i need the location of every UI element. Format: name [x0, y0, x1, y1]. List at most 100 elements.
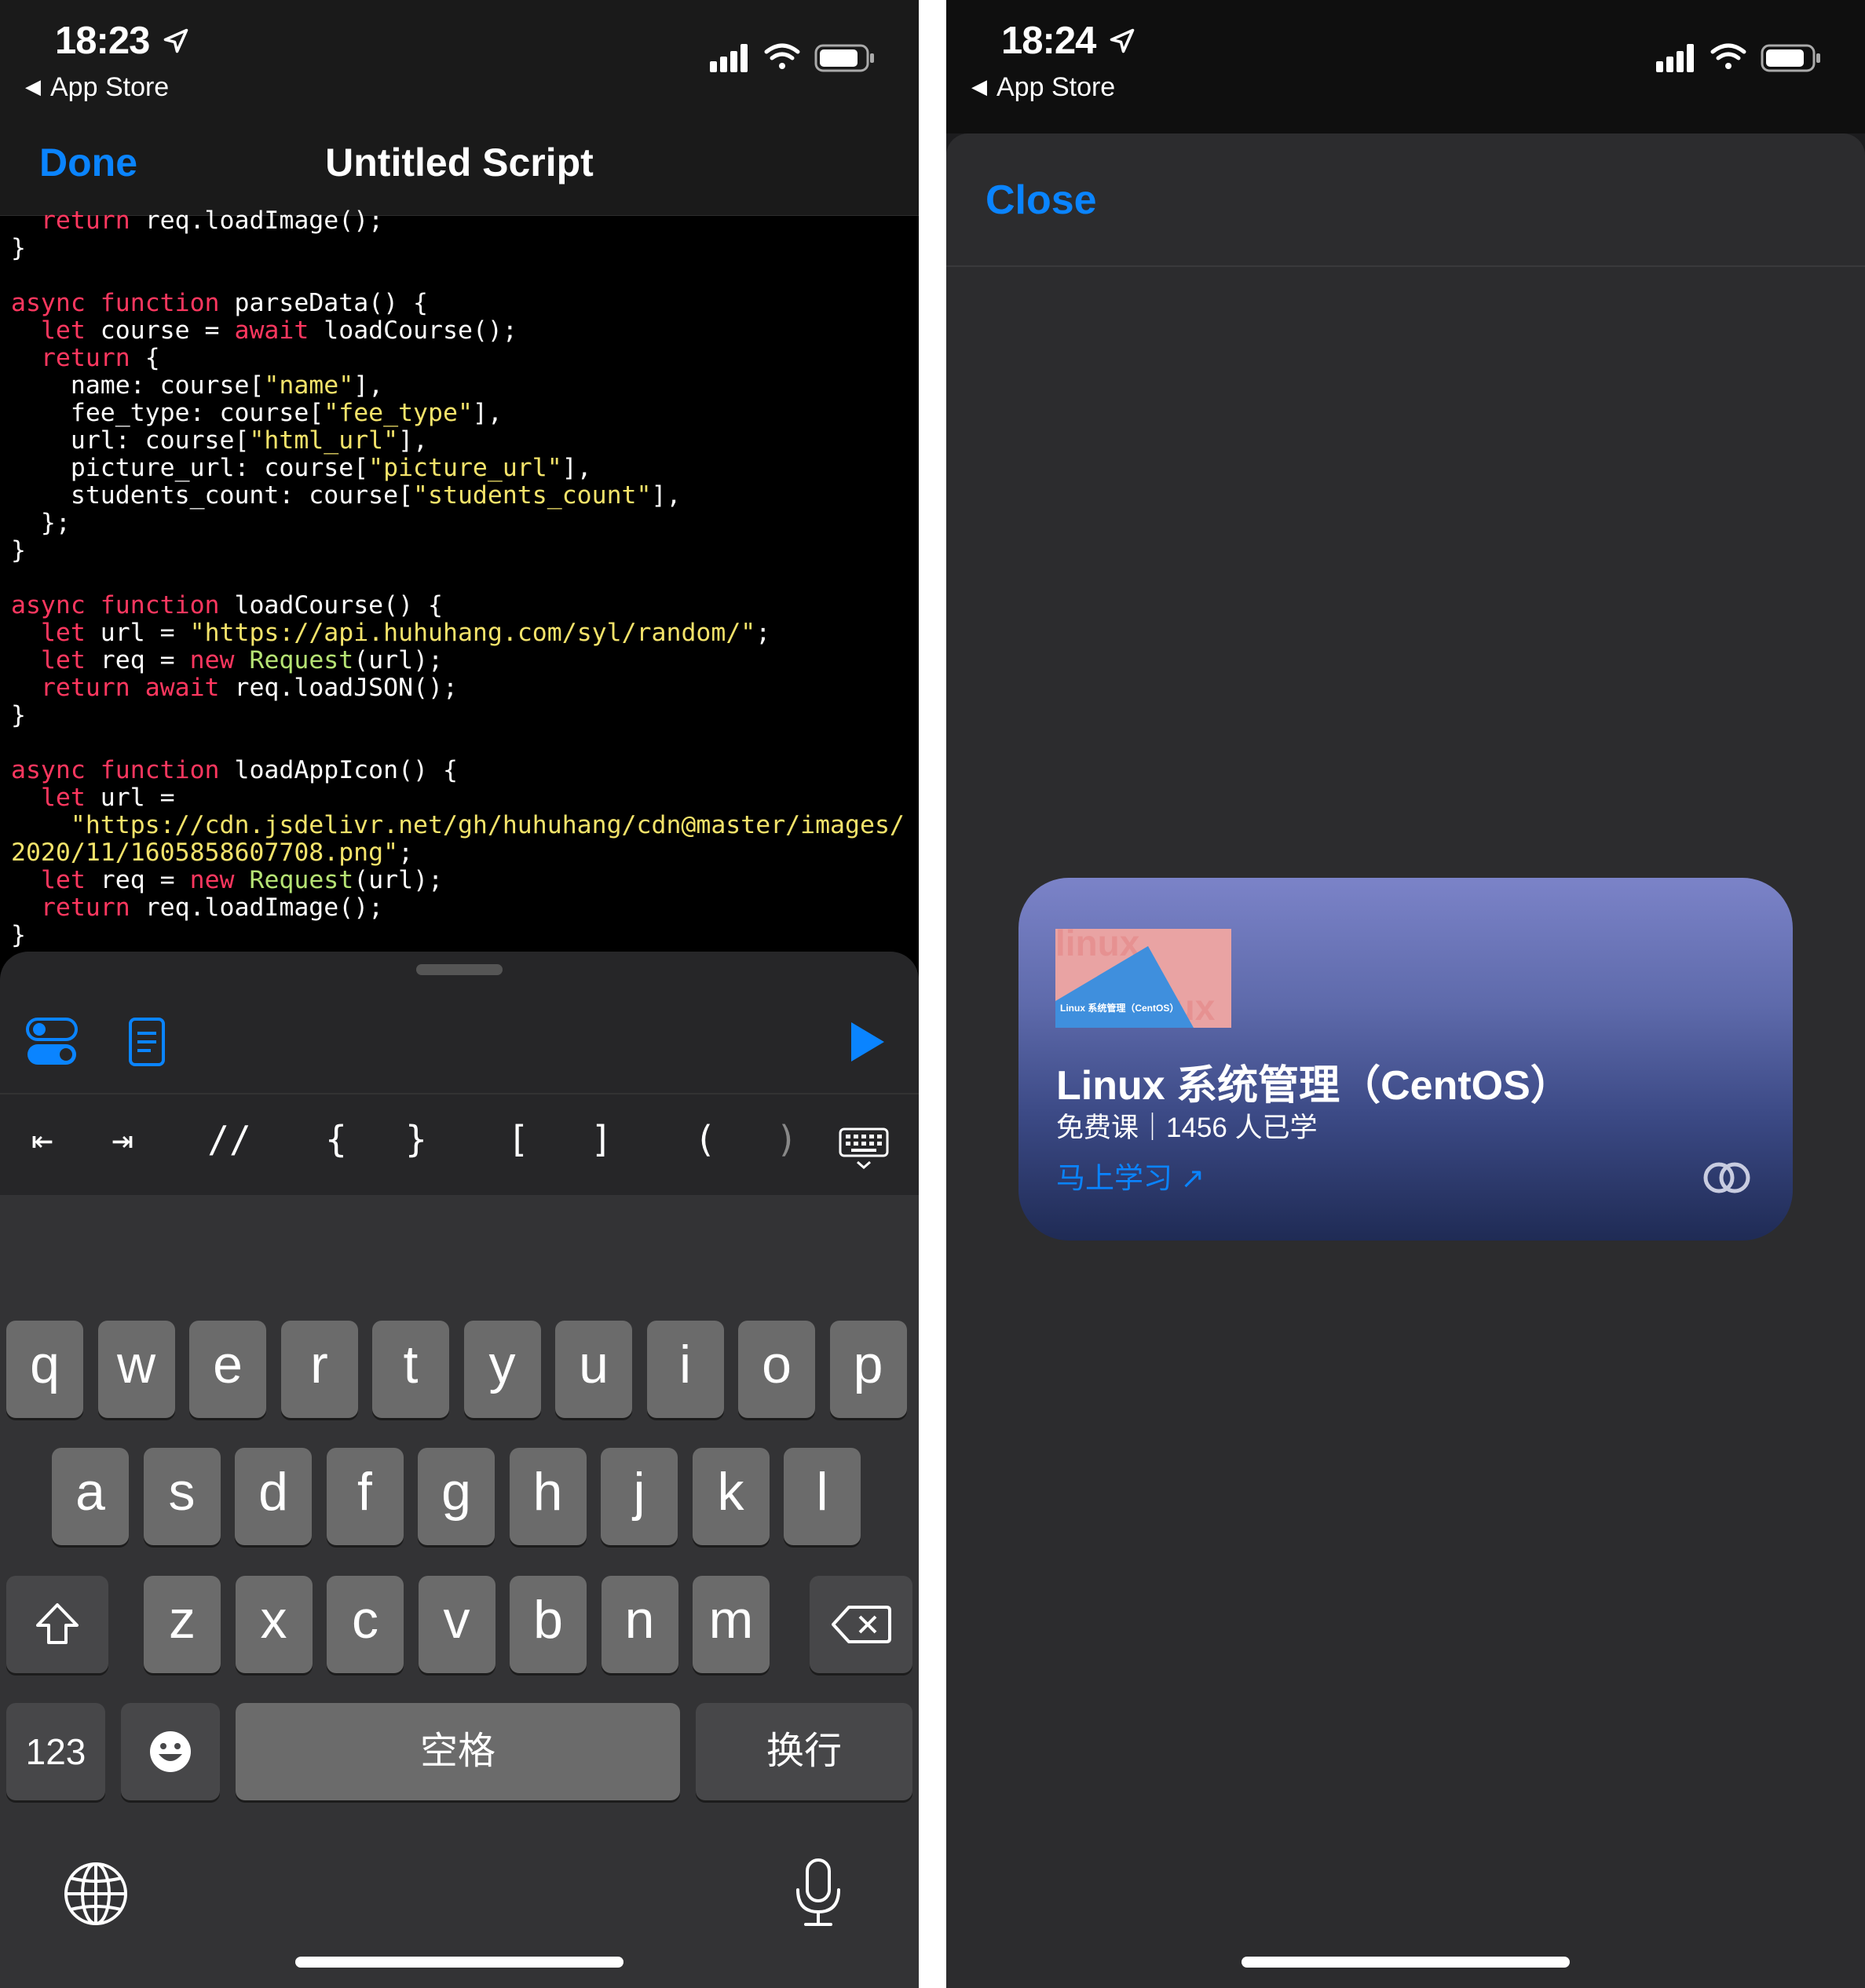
key-j[interactable]: j: [601, 1448, 678, 1545]
course-subtitle: 免费课｜1456 人已学: [1056, 1113, 1318, 1143]
symbol-key[interactable]: }: [393, 1118, 440, 1160]
key-b[interactable]: b: [510, 1576, 587, 1673]
home-indicator: [1242, 1957, 1570, 1968]
code-line: students_count: course["students_count"]…: [11, 481, 682, 510]
course-title: Linux 系统管理（CentOS）: [1056, 1063, 1571, 1109]
key-k[interactable]: k: [692, 1448, 770, 1545]
key-d[interactable]: d: [235, 1448, 312, 1545]
key-u[interactable]: u: [555, 1321, 632, 1418]
close-button[interactable]: Close: [986, 177, 1097, 224]
back-triangle-icon: ◀: [25, 75, 41, 98]
status-icons: [1656, 43, 1820, 72]
key-i[interactable]: i: [646, 1321, 724, 1418]
keyboard: 123 空格 换行 qwertyuiop asdfghjkl zxcvbnm: [0, 1195, 919, 1988]
symbol-key[interactable]: ⇥: [99, 1118, 146, 1160]
code-line: let url =: [40, 784, 175, 812]
globe-icon[interactable]: [63, 1861, 129, 1927]
wifi-icon: [764, 43, 800, 69]
key-123[interactable]: 123: [6, 1703, 105, 1800]
battery-icon: [1761, 44, 1820, 72]
script-title: Untitled Script: [325, 141, 594, 185]
play-icon[interactable]: [840, 1014, 895, 1069]
return-key[interactable]: 换行: [696, 1703, 912, 1800]
key-v[interactable]: v: [418, 1576, 496, 1673]
back-label: App Store: [50, 72, 170, 102]
start-learning-link[interactable]: 马上学习 ↗: [1056, 1154, 1205, 1197]
key-s[interactable]: s: [143, 1448, 221, 1545]
status-icons: [710, 43, 874, 72]
back-label: App Store: [996, 72, 1116, 102]
course-thumbnail: linux linux Linux 系统管理（CentOS）: [1055, 929, 1231, 1028]
key-t[interactable]: t: [372, 1321, 449, 1418]
thumbnail-caption: Linux 系统管理（CentOS）: [1060, 1003, 1179, 1014]
key-e[interactable]: e: [189, 1321, 266, 1418]
emoji-key[interactable]: [121, 1703, 220, 1800]
wifi-icon: [1710, 43, 1746, 69]
symbol-key[interactable]: ⇤: [19, 1118, 66, 1160]
code-editor[interactable]: return req.loadImage();} async function p…: [11, 207, 919, 953]
course-widget[interactable]: linux linux Linux 系统管理（CentOS） Linux 系统管…: [1018, 878, 1793, 1241]
status-time: 18:24: [1001, 20, 1096, 62]
battery-icon: [814, 44, 874, 72]
key-n[interactable]: n: [601, 1576, 678, 1673]
location-arrow-icon: [163, 28, 188, 53]
symbol-key[interactable]: ): [763, 1118, 810, 1160]
cellular-signal-icon: [1656, 44, 1694, 72]
code-line: picture_url: course["picture_url"],: [11, 454, 592, 482]
code-line: name: course["name"],: [11, 371, 384, 400]
microphone-icon[interactable]: [793, 1857, 843, 1929]
back-to-app-store[interactable]: ◀ App Store: [971, 72, 1115, 103]
symbol-key[interactable]: //: [206, 1118, 253, 1160]
widget-preview-sheet: Close linux linux Linux 系统管理（CentOS） Lin…: [946, 133, 1865, 1988]
sheet-grabber[interactable]: [416, 964, 503, 975]
key-y[interactable]: y: [463, 1321, 541, 1418]
symbol-key[interactable]: (: [682, 1118, 729, 1160]
symbol-key[interactable]: {: [313, 1118, 360, 1160]
back-to-app-store[interactable]: ◀ App Store: [25, 72, 169, 103]
code-line: 2020/11/1605858607708.png";: [11, 839, 414, 867]
key-h[interactable]: h: [509, 1448, 587, 1545]
svg-text:linux: linux: [1055, 929, 1140, 963]
sheet-header: Close: [946, 133, 1865, 267]
key-m[interactable]: m: [693, 1576, 770, 1673]
key-q[interactable]: q: [6, 1321, 83, 1418]
scriptable-logo-icon: [1703, 1162, 1750, 1193]
done-button[interactable]: Done: [39, 140, 137, 185]
script-nav-bar: Untitled Script Done: [0, 102, 919, 216]
code-line: return req.loadImage();: [40, 894, 384, 922]
symbol-key[interactable]: ]: [578, 1118, 625, 1160]
key-f[interactable]: f: [326, 1448, 404, 1545]
key-z[interactable]: z: [144, 1576, 221, 1673]
shift-key[interactable]: [6, 1576, 108, 1673]
status-bar: 18:24 ◀ App Store: [946, 0, 1865, 133]
right-screen: 18:24 ◀ App Store Close linux linux Linux…: [946, 0, 1865, 1988]
code-line: async function loadAppIcon() {: [11, 756, 458, 784]
key-c[interactable]: c: [327, 1576, 404, 1673]
settings-toggle-icon[interactable]: [25, 1014, 80, 1069]
key-g[interactable]: g: [418, 1448, 495, 1545]
code-line: }: [11, 536, 26, 565]
delete-key[interactable]: [810, 1576, 912, 1673]
key-x[interactable]: x: [235, 1576, 313, 1673]
key-p[interactable]: p: [829, 1321, 907, 1418]
code-line: }: [11, 701, 26, 729]
symbol-key[interactable]: [: [495, 1118, 542, 1160]
code-line: };: [11, 509, 71, 537]
keyboard-dismiss-icon[interactable]: [839, 1127, 889, 1170]
code-line: return req.loadImage();: [40, 207, 384, 235]
code-line: fee_type: course["fee_type"],: [11, 399, 503, 427]
key-w[interactable]: w: [97, 1321, 175, 1418]
key-a[interactable]: a: [52, 1448, 129, 1545]
key-l[interactable]: l: [784, 1448, 861, 1545]
key-r[interactable]: r: [280, 1321, 358, 1418]
space-key[interactable]: 空格: [236, 1703, 680, 1800]
code-line: url: course["html_url"],: [11, 426, 429, 455]
document-icon[interactable]: [119, 1014, 174, 1069]
delete-icon: [831, 1606, 891, 1643]
code-line: async function parseData() {: [11, 289, 429, 317]
key-o[interactable]: o: [738, 1321, 815, 1418]
code-line: let course = await loadCourse();: [40, 316, 517, 345]
home-indicator: [295, 1957, 623, 1968]
